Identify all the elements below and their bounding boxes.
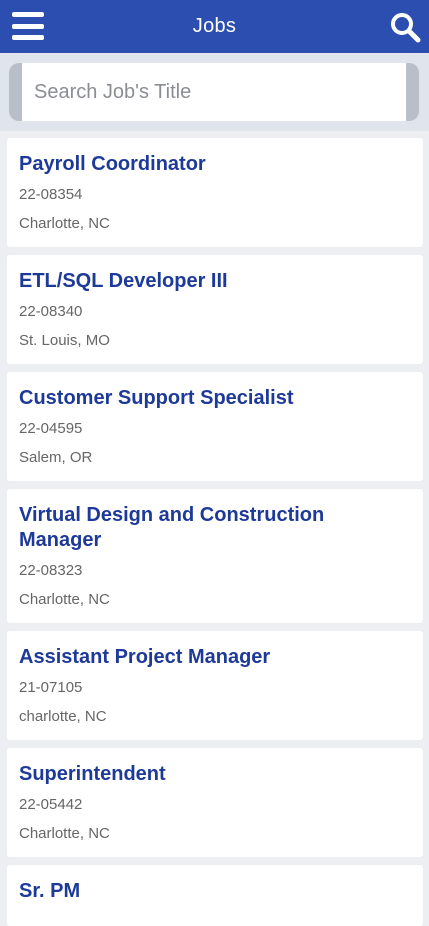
- job-title[interactable]: Superintendent: [19, 762, 411, 787]
- search-input[interactable]: [22, 63, 406, 121]
- search-container: [0, 53, 429, 131]
- hamburger-menu-icon[interactable]: [12, 12, 44, 40]
- app-bar: Jobs: [0, 0, 429, 53]
- menu-line: [12, 35, 44, 40]
- page-title: Jobs: [192, 15, 237, 37]
- job-card[interactable]: Payroll Coordinator 22-08354 Charlotte, …: [7, 138, 423, 247]
- job-location: St. Louis, MO: [19, 332, 110, 349]
- job-title[interactable]: Virtual Design and Construction Manager: [19, 503, 411, 553]
- job-card[interactable]: Customer Support Specialist 22-04595 Sal…: [7, 372, 423, 481]
- search-bar: [9, 63, 419, 121]
- job-title[interactable]: Payroll Coordinator: [19, 152, 411, 177]
- job-location: Charlotte, NC: [19, 825, 110, 842]
- job-title[interactable]: Customer Support Specialist: [19, 386, 411, 411]
- job-location: Salem, OR: [19, 449, 93, 466]
- job-code: 22-08323: [19, 562, 83, 579]
- job-title[interactable]: Assistant Project Manager: [19, 645, 411, 670]
- job-title[interactable]: ETL/SQL Developer III: [19, 269, 411, 294]
- job-card[interactable]: Sr. PM: [7, 865, 423, 926]
- job-code: 22-05442: [19, 796, 83, 813]
- job-location: Charlotte, NC: [19, 591, 110, 608]
- job-card[interactable]: Superintendent 22-05442 Charlotte, NC: [7, 748, 423, 857]
- job-location: Charlotte, NC: [19, 215, 110, 232]
- search-icon[interactable]: [389, 11, 421, 43]
- job-card[interactable]: ETL/SQL Developer III 22-08340 St. Louis…: [7, 255, 423, 364]
- job-location: charlotte, NC: [19, 708, 107, 725]
- menu-line: [12, 23, 44, 29]
- job-card[interactable]: Assistant Project Manager 21-07105 charl…: [7, 631, 423, 740]
- job-code: 22-08340: [19, 303, 83, 320]
- job-title[interactable]: Sr. PM: [19, 879, 411, 904]
- job-card[interactable]: Virtual Design and Construction Manager …: [7, 489, 423, 623]
- job-list: Payroll Coordinator 22-08354 Charlotte, …: [7, 138, 423, 926]
- job-code: 22-04595: [19, 420, 83, 437]
- job-code: 21-07105: [19, 679, 83, 696]
- menu-line: [12, 12, 44, 17]
- job-code: 22-08354: [19, 186, 83, 203]
